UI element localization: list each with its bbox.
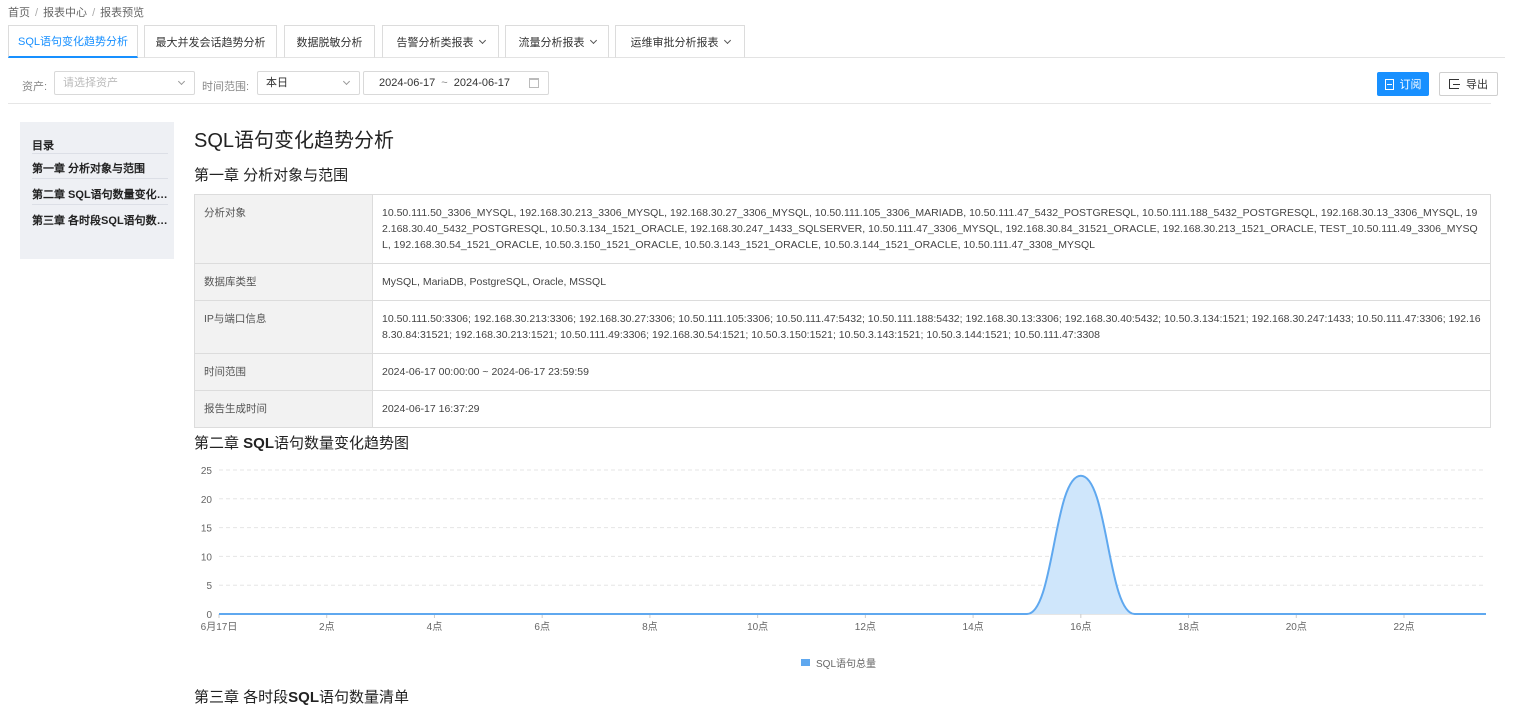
breadcrumb-report-center[interactable]: 报表中心 xyxy=(43,7,87,19)
x-tick-label: 4点 xyxy=(427,621,443,633)
time-range-label: 时间范围: xyxy=(202,81,250,93)
row-key: 报告生成时间 xyxy=(194,390,373,428)
y-tick-label: 20 xyxy=(201,495,213,506)
row-value: MySQL, MariaDB, PostgreSQL, Oracle, MSSQ… xyxy=(372,263,1491,301)
tab-max-concurrent[interactable]: 最大并发会话趋势分析 xyxy=(144,25,277,58)
row-value: 10.50.111.50:3306; 192.168.30.213:3306; … xyxy=(372,300,1491,354)
tab-traffic-reports[interactable]: 流量分析报表 xyxy=(505,25,609,58)
x-tick-label: 14点 xyxy=(963,621,984,633)
breadcrumb-home[interactable]: 首页 xyxy=(8,7,30,19)
x-tick-label: 18点 xyxy=(1178,621,1199,633)
asset-label: 资产: xyxy=(22,81,48,93)
subscribe-button[interactable]: 订阅 xyxy=(1377,72,1429,96)
report-tabs: SQL语句变化趋势分析 最大并发会话趋势分析 数据脱敏分析 告警分析类报表 流量… xyxy=(8,25,1505,58)
x-tick-label: 20点 xyxy=(1286,621,1307,633)
export-button[interactable]: 导出 xyxy=(1439,72,1498,96)
chevron-down-icon xyxy=(177,77,186,86)
row-value: 2024-06-17 16:37:29 xyxy=(372,390,1491,428)
breadcrumb-report-preview: 报表预览 xyxy=(100,7,145,19)
analysis-scope-table: 分析对象 10.50.111.50_3306_MYSQL, 192.168.30… xyxy=(194,194,1491,428)
table-row: IP与端口信息 10.50.111.50:3306; 192.168.30.21… xyxy=(194,300,1491,354)
toc-item-chapter-1[interactable]: 第一章 分析对象与范围 xyxy=(32,160,168,176)
legend-label: SQL语句总量 xyxy=(816,659,877,670)
chapter-3-title: 第三章 各时段SQL语句数量清单 xyxy=(194,689,410,706)
date-range-picker[interactable]: 2024-06-17 ~2024-06-17 xyxy=(363,71,549,95)
chevron-down-icon xyxy=(723,36,731,44)
table-of-contents: 目录 第一章 分析对象与范围 第二章 SQL语句数量变化趋势图 第三章 各时段S… xyxy=(20,122,174,259)
asset-select[interactable]: 请选择资产 xyxy=(54,71,195,95)
series-line xyxy=(218,474,1486,615)
report-title: SQL语句变化趋势分析 xyxy=(194,130,395,152)
sql-trend-chart: 0 5 10 15 20 25 6月17日 2点 4点 6点 8点 10点 12点 14点 16点 18点 20… xyxy=(201,466,1486,633)
toc-title: 目录 xyxy=(32,140,54,152)
row-key: IP与端口信息 xyxy=(194,300,373,354)
toc-item-chapter-3[interactable]: 第三章 各时段SQL语句数量清单 xyxy=(32,212,168,228)
y-tick-label: 0 xyxy=(206,610,212,621)
row-key: 时间范围 xyxy=(194,353,373,391)
chevron-down-icon xyxy=(478,36,486,44)
y-tick-label: 10 xyxy=(201,552,213,563)
x-tick-label: 6月17日 xyxy=(201,621,238,633)
table-row: 数据库类型 MySQL, MariaDB, PostgreSQL, Oracle… xyxy=(194,263,1491,301)
x-tick-label: 8点 xyxy=(642,621,658,633)
row-value: 2024-06-17 00:00:00 ~ 2024-06-17 23:59:5… xyxy=(372,353,1491,391)
document-icon xyxy=(1384,78,1394,90)
chevron-down-icon xyxy=(342,77,351,86)
tab-desensitization[interactable]: 数据脱敏分析 xyxy=(284,25,375,58)
chapter-2-title: 第二章 SQL语句数量变化趋势图 xyxy=(194,435,410,452)
date-start: 2024-06-17 xyxy=(379,77,436,89)
chevron-down-icon xyxy=(589,36,597,44)
x-tick-label: 22点 xyxy=(1393,621,1414,633)
calendar-icon xyxy=(529,78,539,88)
export-icon xyxy=(1449,79,1460,89)
filter-bar: 资产: 请选择资产 时间范围: 本日 2024-06-17 ~2024-06-17… xyxy=(8,68,1498,104)
tab-alert-reports[interactable]: 告警分析类报表 xyxy=(382,25,499,58)
tab-ops-approval-reports[interactable]: 运维审批分析报表 xyxy=(615,25,745,58)
area-fill xyxy=(219,475,1486,614)
x-tick-label: 12点 xyxy=(855,621,876,633)
y-tick-label: 5 xyxy=(206,581,212,592)
legend-swatch xyxy=(801,659,810,666)
x-tick-label: 2点 xyxy=(319,621,335,633)
time-range-select[interactable]: 本日 xyxy=(257,71,360,95)
x-tick-label: 6点 xyxy=(534,621,550,633)
table-row: 报告生成时间 2024-06-17 16:37:29 xyxy=(194,390,1491,428)
y-tick-label: 25 xyxy=(201,466,213,477)
tab-sql-trend[interactable]: SQL语句变化趋势分析 xyxy=(8,25,138,58)
x-tick-label: 10点 xyxy=(747,621,768,633)
toc-item-chapter-2[interactable]: 第二章 SQL语句数量变化趋势图 xyxy=(32,186,168,202)
chart-legend[interactable]: SQL语句总量 xyxy=(801,655,876,670)
date-end: 2024-06-17 xyxy=(453,77,510,89)
table-row: 时间范围 2024-06-17 00:00:00 ~ 2024-06-17 23… xyxy=(194,353,1491,391)
row-key: 分析对象 xyxy=(194,194,373,264)
row-key: 数据库类型 xyxy=(194,263,373,301)
breadcrumb: 首页 / 报表中心 / 报表预览 xyxy=(8,7,145,19)
chapter-1-title: 第一章 分析对象与范围 xyxy=(194,167,349,184)
row-value: 10.50.111.50_3306_MYSQL, 192.168.30.213_… xyxy=(372,194,1491,264)
x-tick-label: 16点 xyxy=(1070,621,1091,633)
table-row: 分析对象 10.50.111.50_3306_MYSQL, 192.168.30… xyxy=(194,194,1491,264)
y-tick-label: 15 xyxy=(201,524,213,535)
